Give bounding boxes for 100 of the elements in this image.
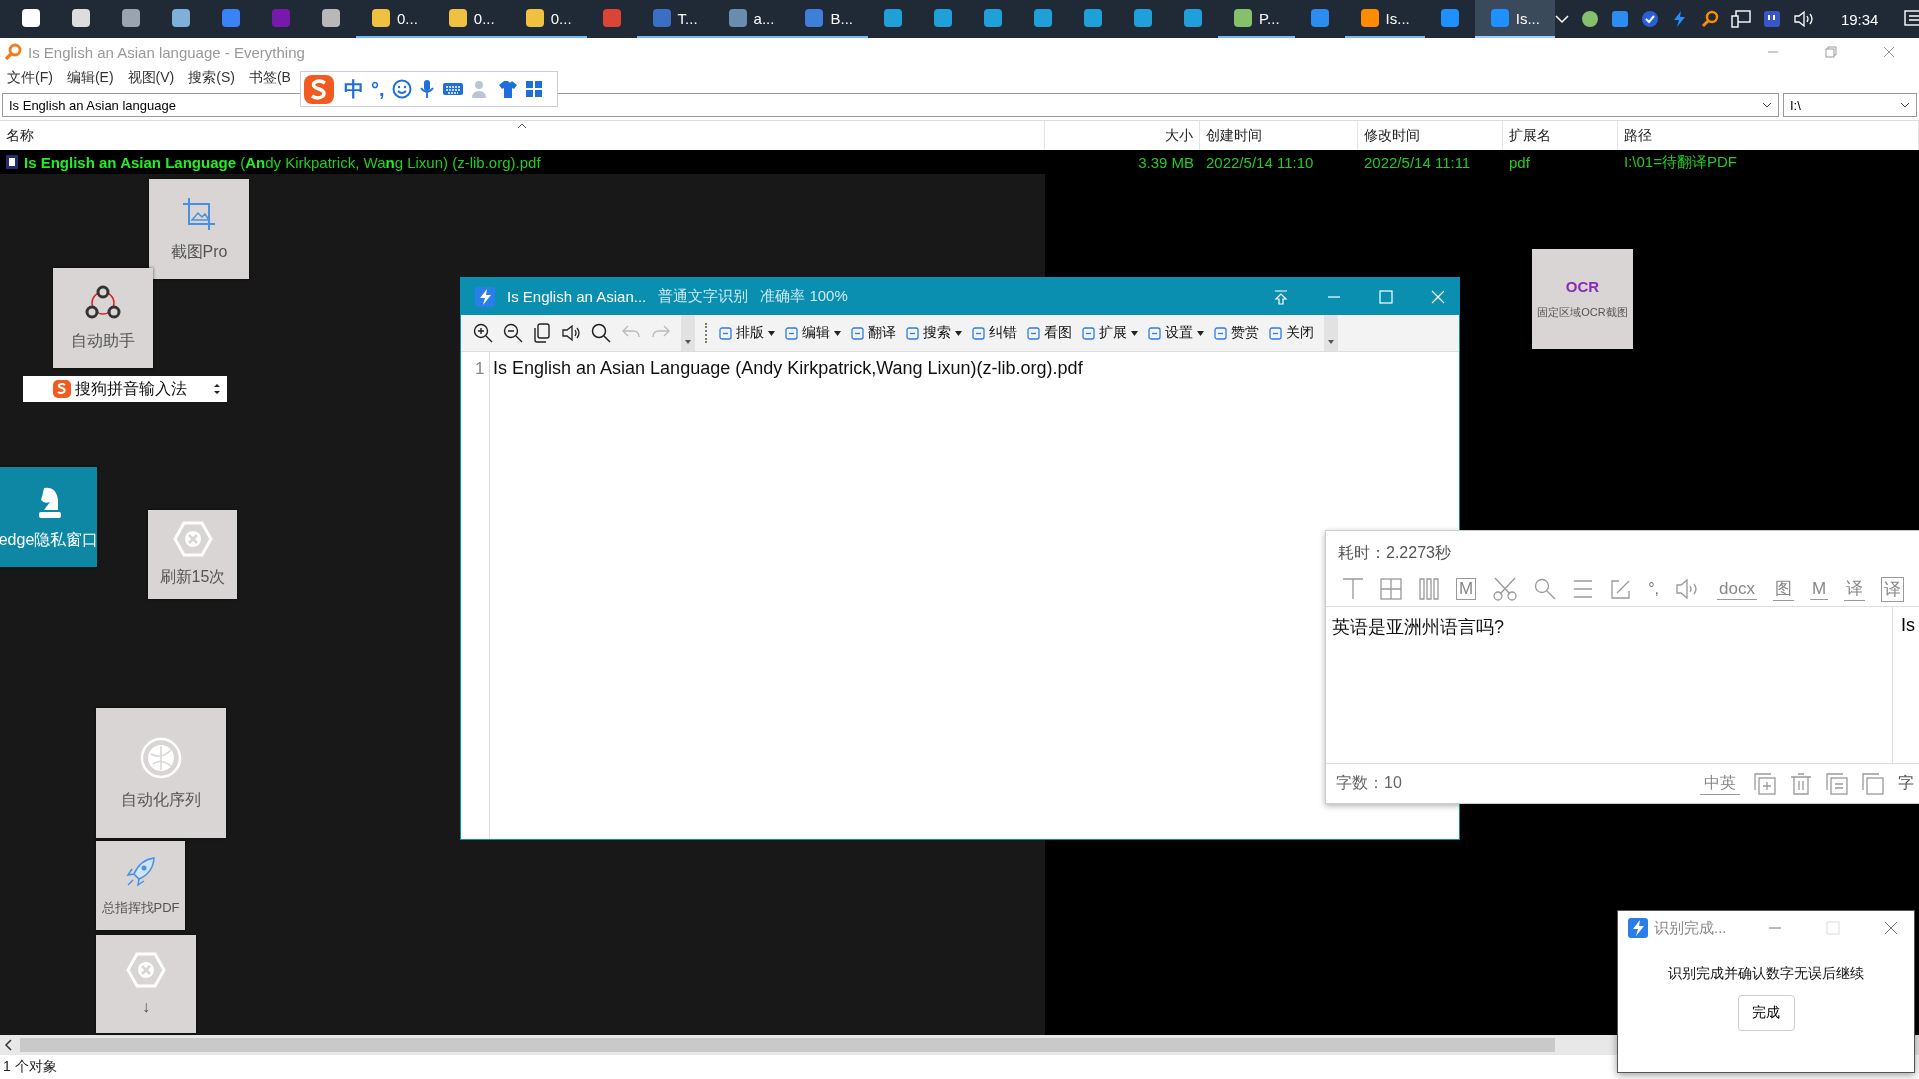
- elapsed-time: 耗时：2.2273秒: [1337, 543, 1452, 563]
- speaker-icon[interactable]: [561, 323, 581, 343]
- accuracy-label: 准确率 100%: [760, 287, 848, 306]
- caret-icon: [834, 330, 841, 336]
- shortcut-tile[interactable]: 自动化序列: [96, 708, 226, 838]
- character-count: 字数：10: [1336, 773, 1402, 793]
- caret-icon: [955, 330, 962, 336]
- menu-icon: [1148, 326, 1161, 340]
- overflow-button[interactable]: [681, 315, 695, 351]
- menu-item[interactable]: 编辑(E): [66, 69, 114, 87]
- search-icon[interactable]: [591, 323, 611, 343]
- drive-dropdown[interactable]: I:\: [1783, 93, 1917, 117]
- toolbar-menu[interactable]: 扩展: [1082, 324, 1138, 342]
- caret-icon: [1131, 330, 1138, 336]
- language-toggle[interactable]: 中英: [1700, 772, 1740, 795]
- dialog-message: 识别完成并确认数字无误后继续: [1668, 965, 1864, 983]
- done-button[interactable]: 完成: [1737, 995, 1795, 1031]
- shortcut-tile[interactable]: edge隐私窗口: [0, 467, 97, 567]
- close-icon[interactable]: [1884, 921, 1898, 935]
- tile-label: 刷新15次: [159, 567, 226, 587]
- toolbar-menu[interactable]: 搜索: [906, 324, 962, 342]
- pin-icon[interactable]: [1273, 288, 1289, 305]
- shortcut-tile[interactable]: OCR 固定区域OCR截图: [1532, 249, 1633, 349]
- source-text-area[interactable]: Is: [1893, 607, 1919, 763]
- toolbar-menu[interactable]: 纠错: [972, 324, 1017, 342]
- sogou-logo-icon[interactable]: [53, 380, 71, 398]
- toolbar-menu[interactable]: 看图: [1027, 324, 1072, 342]
- status-text: 1 个对象: [3, 1058, 57, 1076]
- tool-button[interactable]: 译: [1844, 577, 1866, 601]
- tool-button[interactable]: docx: [1717, 578, 1757, 600]
- menu-item[interactable]: 视图(V): [127, 69, 175, 87]
- tool-button[interactable]: M: [1456, 578, 1477, 600]
- quote-icon[interactable]: [1762, 10, 1781, 28]
- overflow-button[interactable]: [1324, 315, 1338, 351]
- table-cell-text: pdf: [1508, 153, 1531, 171]
- recognized-text[interactable]: Is English an Asian Language (Andy Kirkpatrick,Wang Lixun)(z-lib.org).pdf: [493, 358, 1083, 379]
- table-cell-text: 2022/5/14 11:11: [1363, 153, 1472, 171]
- toolbar-menu[interactable]: 翻译: [851, 324, 896, 342]
- network-icon[interactable]: [1730, 10, 1751, 28]
- menu-item[interactable]: 书签(B: [248, 69, 291, 87]
- chevron-icon[interactable]: [1554, 14, 1569, 24]
- shirt-icon[interactable]: [497, 79, 518, 99]
- window-title: Is English an Asian language - Everything: [28, 43, 305, 61]
- scroll-left-icon[interactable]: [4, 1039, 14, 1051]
- menu-icon: [785, 326, 798, 340]
- microphone-icon[interactable]: [418, 79, 435, 99]
- app-icon[interactable]: [1610, 10, 1629, 28]
- grid-icon[interactable]: [524, 80, 543, 98]
- scissors-icon[interactable]: [1492, 577, 1519, 601]
- toolbar-menu[interactable]: 关闭: [1269, 324, 1314, 342]
- tool-button[interactable]: 图: [1772, 577, 1794, 601]
- toolbar-menu[interactable]: 赞赏: [1214, 324, 1259, 342]
- keyboard-icon[interactable]: [441, 81, 464, 97]
- menu-icon: [972, 326, 985, 340]
- copy-icon[interactable]: [533, 323, 551, 343]
- shortcut-tile[interactable]: 自动助手: [53, 268, 153, 368]
- tool-button[interactable]: 译: [1881, 576, 1905, 602]
- tile-label: ↓: [142, 998, 150, 1016]
- table-icon[interactable]: [1380, 578, 1402, 600]
- shortcut-tile[interactable]: 刷新15次: [148, 510, 237, 599]
- menu-item[interactable]: 搜索(S): [188, 69, 235, 87]
- file-name[interactable]: Is English an Asian Language (Andy Kirkpatrick, Wang Lixun) (z-lib.org).pdf: [24, 153, 541, 171]
- spinner-arrows-icon[interactable]: [213, 382, 221, 396]
- tool-button[interactable]: 字: [1898, 773, 1914, 794]
- check-icon[interactable]: [1640, 10, 1659, 28]
- toolbar-menu[interactable]: 编辑: [785, 324, 841, 342]
- smiley-icon[interactable]: [391, 79, 412, 99]
- scrollbar-thumb[interactable]: [20, 1038, 1555, 1052]
- share-icon: [83, 284, 123, 321]
- table-cell-text: 2022/5/14 11:10: [1205, 153, 1315, 171]
- zoom-in-icon[interactable]: [473, 323, 493, 343]
- menu-icon: [1082, 326, 1095, 340]
- app-icon[interactable]: [1580, 10, 1599, 28]
- menu-item[interactable]: 文件(F): [7, 69, 53, 87]
- volume-icon[interactable]: [1792, 10, 1815, 28]
- tool-button[interactable]: M: [1809, 578, 1829, 600]
- edit-icon[interactable]: [1610, 578, 1633, 600]
- shortcut-tile[interactable]: 截图Pro: [149, 179, 249, 279]
- clock[interactable]: 19:34: [1840, 10, 1879, 28]
- sogou-logo-icon[interactable]: [303, 72, 337, 106]
- menu-icon: [1269, 326, 1282, 340]
- tool-button[interactable]: °,: [1648, 580, 1659, 598]
- shortcut-tile[interactable]: 总指挥找PDF: [96, 841, 185, 930]
- recognition-mode: 普通文字识别: [658, 287, 749, 306]
- translation-text-area[interactable]: 英语是亚洲州语言吗?: [1326, 607, 1893, 763]
- shortcut-tile[interactable]: ↓: [96, 935, 196, 1033]
- close-icon[interactable]: [1883, 46, 1895, 58]
- caret-icon: [1197, 330, 1204, 336]
- toolbar-menu[interactable]: 排版: [719, 324, 775, 342]
- search-icon[interactable]: [1700, 10, 1719, 28]
- taskbar-button[interactable]: Is...: [1474, 0, 1555, 38]
- ime-name[interactable]: 搜狗拼音输入法: [75, 378, 187, 400]
- columns-icon[interactable]: [1418, 578, 1440, 600]
- menu-icon: [906, 326, 919, 340]
- zoom-out-icon[interactable]: [503, 323, 523, 343]
- pdf-file-icon: [6, 155, 18, 169]
- magnifier-icon: [4, 43, 22, 61]
- toolbar-menu[interactable]: 设置: [1148, 324, 1204, 342]
- table-cell-text: I:\01=待翻译PDF: [1623, 152, 1738, 172]
- notification-icon[interactable]: [1904, 10, 1919, 28]
